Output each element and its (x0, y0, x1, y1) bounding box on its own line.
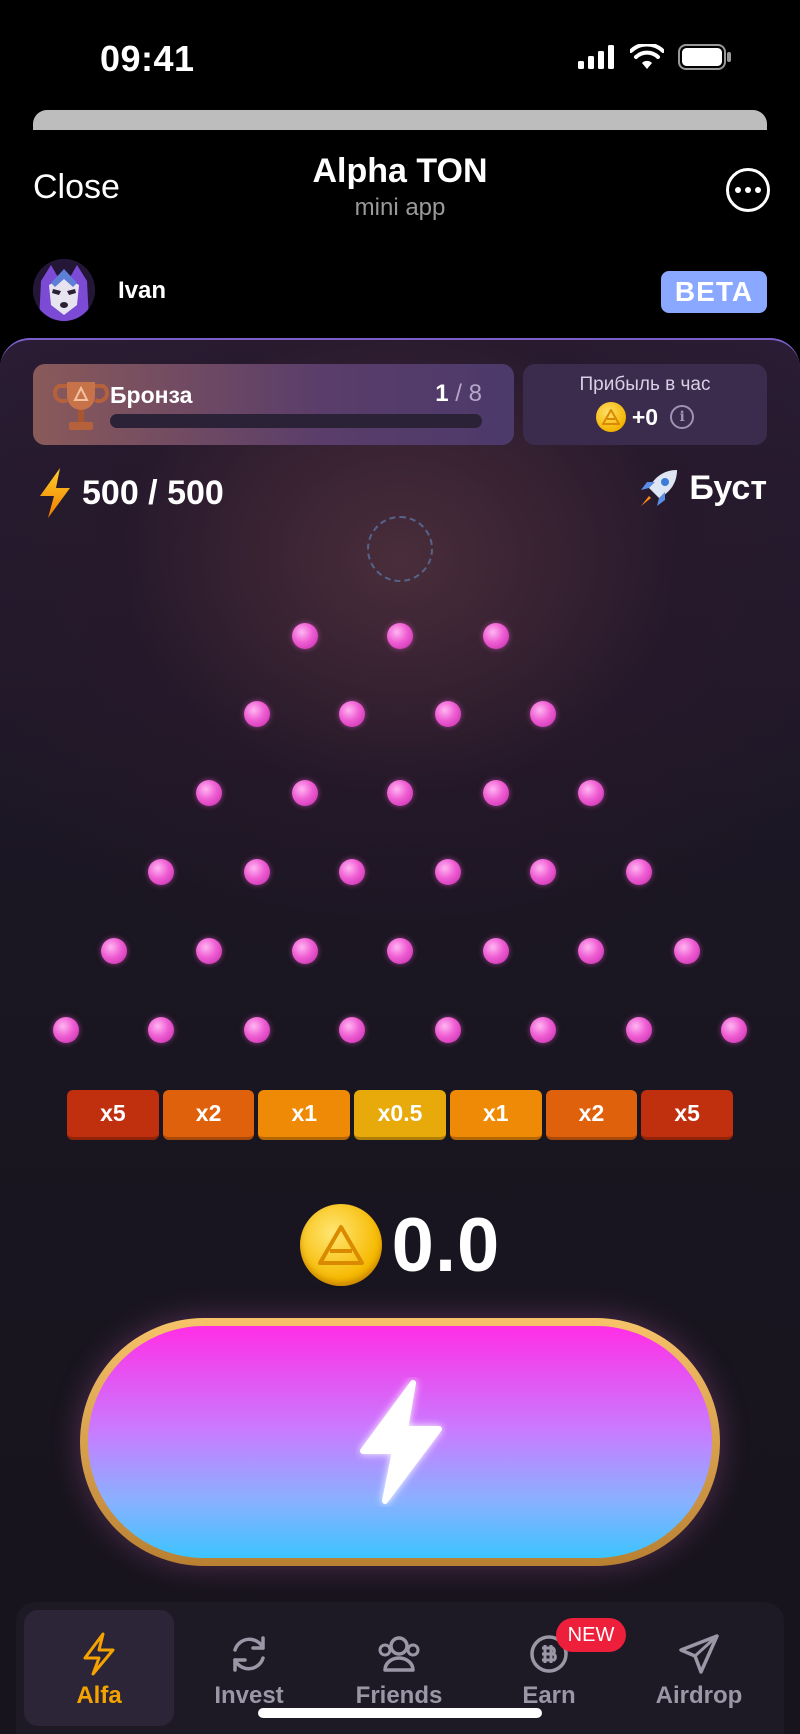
signal-icon (578, 45, 614, 69)
user-name: Ivan (118, 277, 167, 304)
sheet-top-edge (33, 110, 767, 130)
nav-label: Friends (355, 1682, 443, 1709)
plinko-pegs (0, 340, 800, 1060)
new-badge: NEW (556, 1618, 626, 1652)
plinko-peg (434, 1017, 461, 1043)
plinko-peg (578, 780, 604, 806)
plinko-peg (52, 1017, 79, 1043)
nav-item-airdrop[interactable]: Airdrop (624, 1610, 774, 1726)
miniapp-header: Close Alpha TON mini app (0, 130, 800, 240)
plinko-peg (530, 859, 557, 885)
plinko-peg (291, 780, 318, 806)
plinko-peg (243, 701, 270, 727)
plinko-peg (100, 938, 127, 964)
balance: 0.0 (0, 1200, 800, 1290)
app-title: Alpha TON (312, 152, 488, 190)
multiplier-slot: x1 (449, 1090, 542, 1140)
user-row: Ivan BETA (0, 255, 800, 327)
avatar[interactable] (33, 259, 95, 321)
lightning-icon (83, 1632, 115, 1676)
balance-value: 0.0 (391, 1202, 501, 1288)
paper-plane-icon (679, 1634, 719, 1674)
plinko-peg (387, 938, 413, 964)
home-indicator (258, 1708, 542, 1718)
plinko-peg (196, 938, 222, 964)
plinko-peg (148, 859, 175, 885)
plinko-peg (243, 859, 270, 885)
multiplier-slot: x0.5 (354, 1090, 446, 1140)
plinko-peg (339, 701, 366, 727)
multiplier-slot: x2 (545, 1090, 638, 1140)
multiplier-slot: x5 (67, 1090, 159, 1140)
plinko-peg (578, 938, 604, 964)
plinko-peg (482, 623, 509, 649)
multiplier-row: x5 x2 x1 x0.5 x1 x2 x5 (67, 1090, 734, 1140)
plinko-peg (243, 1017, 270, 1043)
play-button[interactable] (80, 1318, 720, 1566)
status-time: 09:41 (100, 38, 195, 79)
friends-icon (378, 1636, 420, 1672)
plinko-peg (434, 859, 461, 885)
plinko-peg (721, 1017, 748, 1043)
plinko-peg (530, 701, 557, 727)
more-dot-icon (745, 187, 751, 193)
plinko-peg (625, 1017, 652, 1043)
multiplier-slot: x5 (641, 1090, 734, 1140)
nav-label: Earn (522, 1682, 576, 1709)
plinko-peg (625, 859, 652, 885)
wolf-avatar-icon (33, 259, 95, 321)
plinko-peg (148, 1017, 175, 1043)
plinko-peg (673, 938, 700, 964)
plinko-peg (291, 938, 318, 964)
plinko-peg (196, 780, 222, 806)
play-button-face (88, 1326, 712, 1558)
plinko-peg (530, 1017, 557, 1043)
plinko-peg (339, 1017, 366, 1043)
more-options-button[interactable] (726, 168, 770, 212)
status-icons (578, 44, 732, 70)
plinko-peg (482, 780, 509, 806)
refresh-icon (233, 1636, 265, 1672)
multiplier-slot: x2 (162, 1090, 255, 1140)
nav-label: Alfa (76, 1682, 122, 1709)
app-screen: 09:41 Close Alpha TON mini app Ivan BETA… (0, 0, 800, 1734)
status-bar: 09:41 (0, 0, 800, 110)
app-subtitle: mini app (354, 194, 446, 221)
plinko-peg (339, 859, 366, 885)
more-dot-icon (755, 187, 761, 193)
plinko-peg (387, 780, 413, 806)
nav-item-alfa[interactable]: Alfa (24, 1610, 174, 1726)
plinko-peg (387, 623, 413, 649)
plinko-peg (482, 938, 509, 964)
multiplier-slot: x1 (258, 1090, 351, 1140)
beta-badge: BETA (661, 271, 767, 313)
nav-label: Airdrop (655, 1682, 743, 1709)
more-dot-icon (735, 187, 741, 193)
wifi-icon (630, 44, 664, 69)
alpha-coin-icon (299, 1204, 382, 1286)
battery-icon (678, 44, 731, 70)
plinko-peg (291, 623, 318, 649)
lightning-icon (360, 1380, 442, 1504)
game-panel: Бронза 1 / 8 Прибыль в час +0 i 500 / 50… (0, 338, 800, 1734)
plinko-peg (434, 701, 461, 727)
nav-label: Invest (214, 1682, 284, 1709)
